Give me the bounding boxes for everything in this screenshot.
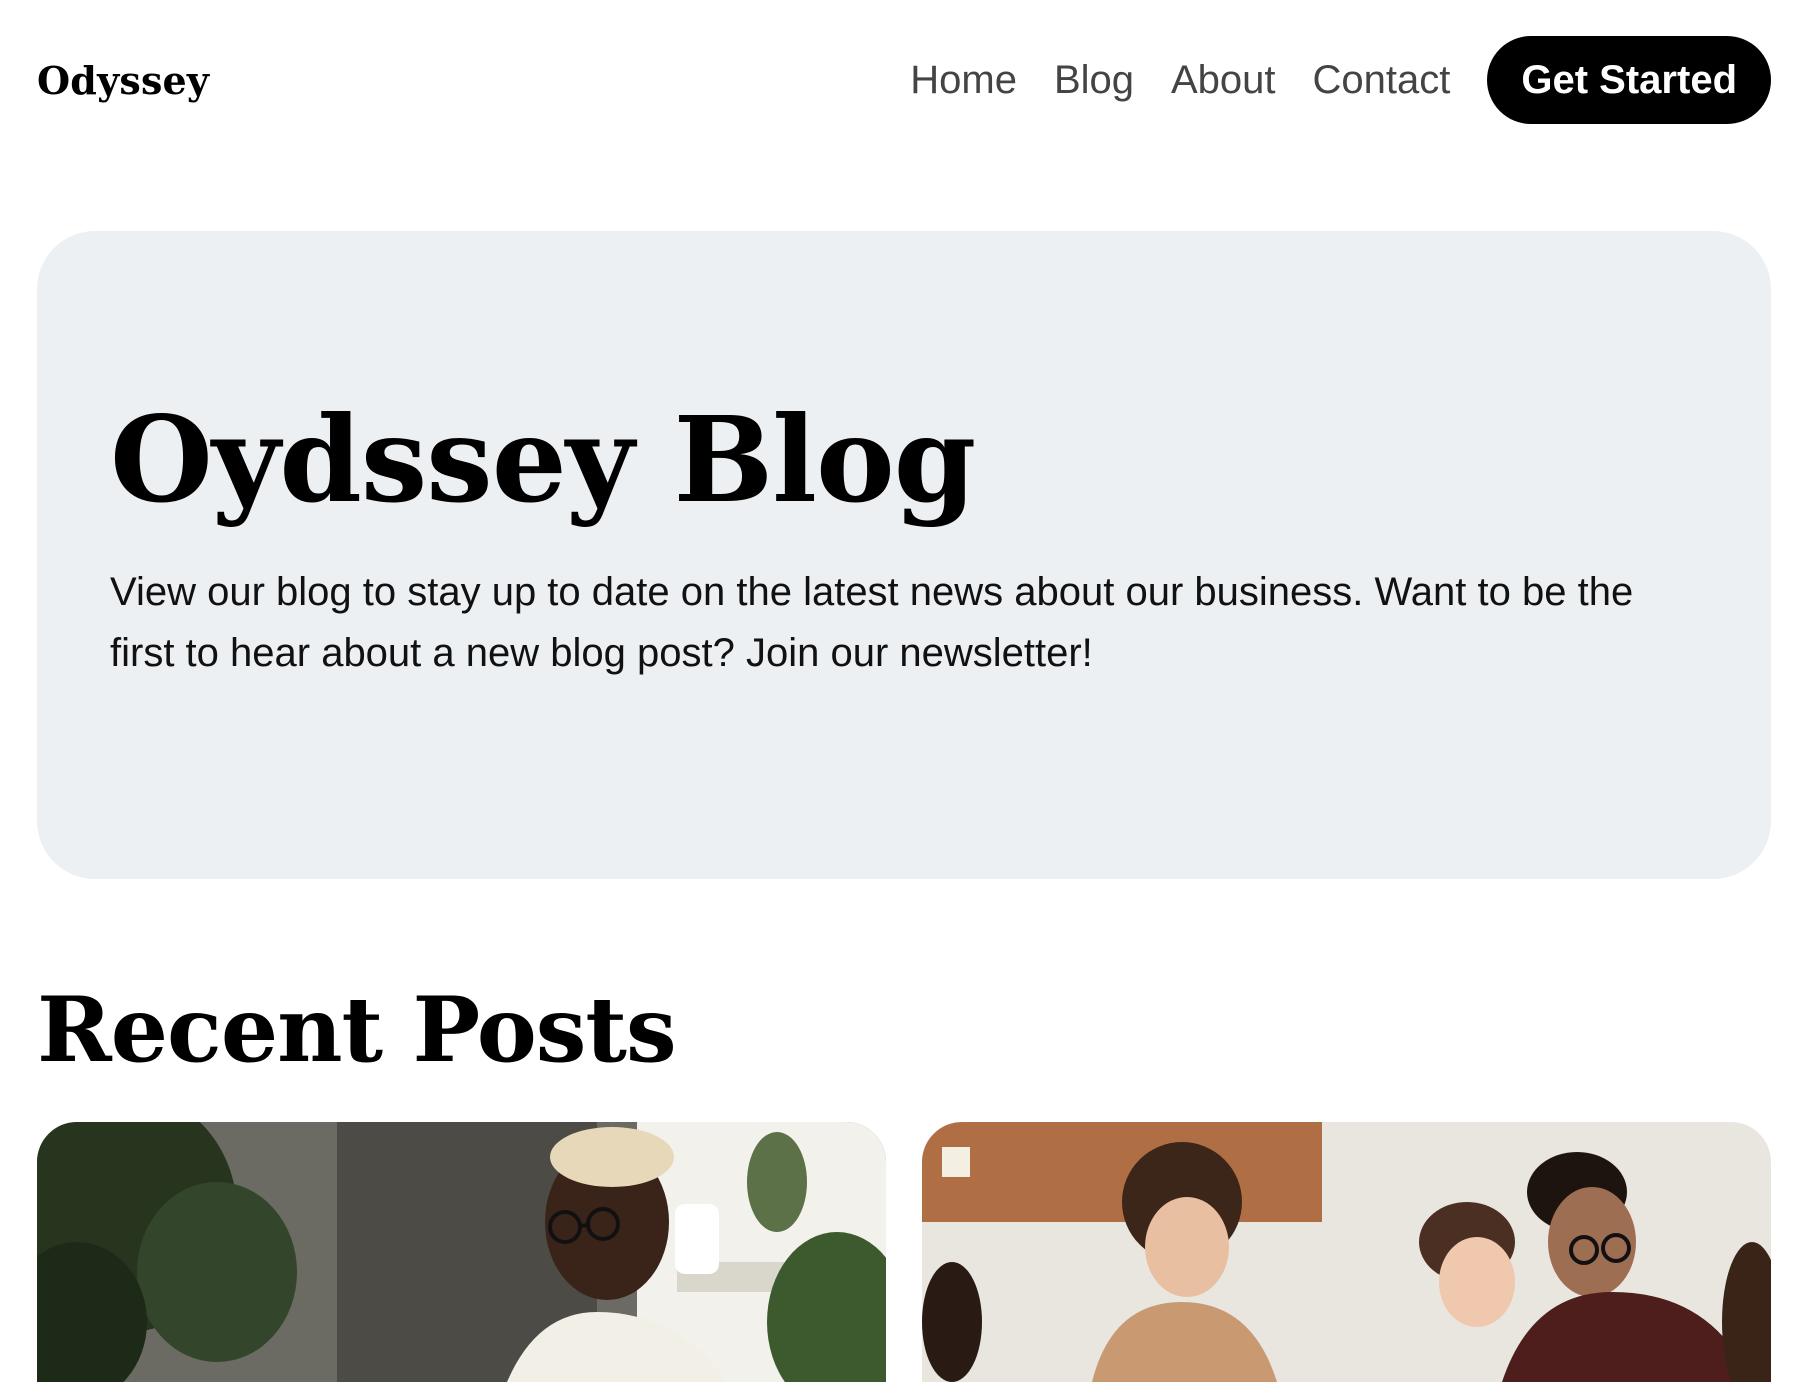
- hero-description: View our blog to stay up to date on the …: [110, 570, 1634, 675]
- post-image-1: [37, 1122, 886, 1382]
- brand-logo[interactable]: Odyssey: [37, 58, 209, 103]
- post-card-2[interactable]: [922, 1122, 1771, 1382]
- nav-contact[interactable]: Contact: [1313, 58, 1451, 103]
- post-image-2: [922, 1122, 1771, 1382]
- nav-blog[interactable]: Blog: [1054, 58, 1134, 103]
- nav-about[interactable]: About: [1171, 58, 1276, 103]
- recent-posts-title: Recent Posts: [37, 977, 677, 1083]
- main-nav: Home Blog About Contact Get Started: [910, 36, 1771, 124]
- hero-title: Oydssey Blog: [110, 390, 976, 529]
- nav-home[interactable]: Home: [910, 58, 1017, 103]
- site-header: Odyssey Home Blog About Contact Get Star…: [37, 36, 1771, 124]
- get-started-button[interactable]: Get Started: [1487, 36, 1771, 124]
- hero-banner: Oydssey Blog View our blog to stay up to…: [37, 231, 1771, 879]
- post-card-1[interactable]: [37, 1122, 886, 1382]
